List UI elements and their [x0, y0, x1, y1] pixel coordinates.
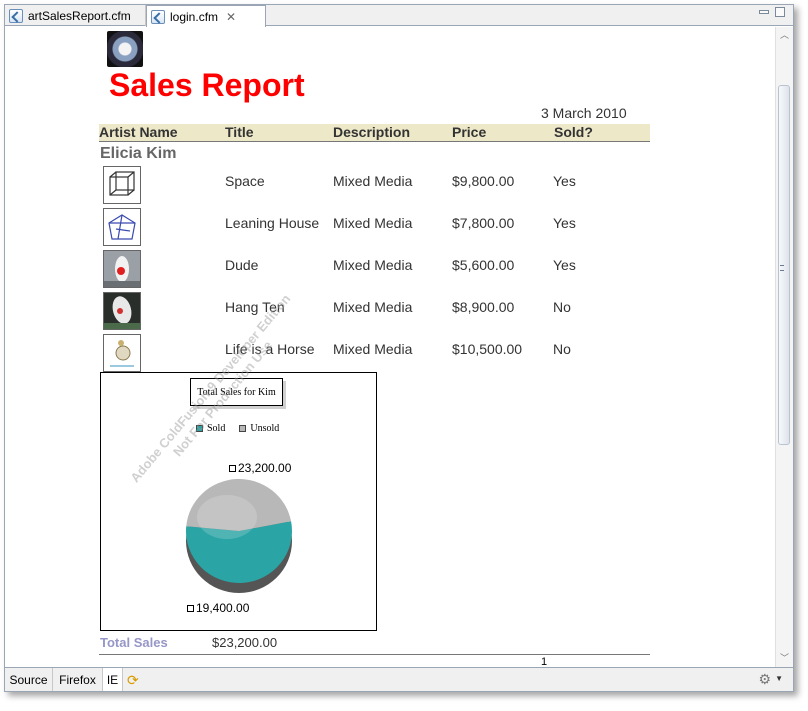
label-marker: [229, 464, 236, 472]
artwork-thumbnail: [103, 334, 141, 372]
column-header-price: Price: [452, 124, 487, 140]
cell-title: Life is a Horse: [225, 341, 315, 357]
cell-sold: Yes: [553, 215, 576, 231]
cell-sold: Yes: [553, 173, 576, 189]
pie-highlight: [197, 495, 257, 539]
cell-price: $9,800.00: [452, 173, 515, 189]
cell-price: $7,800.00: [452, 215, 515, 231]
cell-title: Leaning House: [225, 215, 320, 231]
artwork-thumbnail: [103, 208, 141, 246]
label-marker: [187, 604, 194, 612]
sales-pie-chart: Total Sales for Kim Sold Unsold 23,200.0…: [100, 291, 377, 631]
cell-price: $5,600.00: [452, 257, 515, 273]
tab-firefox[interactable]: Firefox: [53, 668, 103, 691]
tab-source[interactable]: Source: [5, 668, 53, 691]
column-header-sold: Sold?: [554, 124, 593, 140]
footer-divider: [99, 654, 650, 655]
report-title: Sales Report: [109, 67, 305, 103]
cell-sold: No: [553, 299, 571, 315]
scroll-grip-icon: [780, 265, 784, 271]
vertical-scrollbar[interactable]: ︿ ﹀: [775, 27, 793, 667]
table-header: Artist Name Title Description Price Sold…: [99, 124, 650, 142]
cell-title: Space: [225, 173, 265, 189]
artwork-thumbnail: [103, 166, 141, 204]
preview-tab-bar: Source Firefox IE ⟳ ⚙ ▼: [5, 667, 793, 691]
artist-name: Elicia Kim: [100, 145, 177, 162]
cell-price: $8,900.00: [452, 299, 515, 315]
cell-sold: Yes: [553, 257, 576, 273]
slice-value: 19,400.00: [196, 601, 250, 615]
tab-login[interactable]: login.cfm ✕: [146, 5, 266, 27]
cell-title: Hang Ten: [225, 299, 285, 315]
close-icon[interactable]: ✕: [226, 10, 236, 24]
cell-description: Mixed Media: [333, 257, 413, 273]
cell-description: Mixed Media: [333, 299, 413, 315]
artwork-thumbnail: [103, 292, 141, 330]
editor-tab-bar: artSalesReport.cfm login.cfm ✕: [5, 5, 793, 27]
total-sales-value: $23,200.00: [212, 635, 278, 650]
editor-window: artSalesReport.cfm login.cfm ✕ Sales Rep…: [4, 4, 794, 692]
tab-art-sales-report[interactable]: artSalesReport.cfm: [5, 5, 146, 26]
pie-canvas: [186, 479, 292, 593]
slice-value: 23,200.00: [238, 461, 292, 475]
table-row: Space Mixed Media $9,800.00 Yes: [99, 166, 650, 208]
report-preview: Sales Report 3 March 2010 Artist Name Ti…: [5, 27, 775, 667]
table-row: Life is a Horse Mixed Media $10,500.00 N…: [99, 334, 650, 376]
slice-label-sold: 23,200.00: [229, 461, 291, 475]
cell-description: Mixed Media: [333, 215, 413, 231]
report-date: 3 March 2010: [541, 105, 627, 121]
column-header-artist: Artist Name: [99, 124, 178, 140]
table-row: Dude Mixed Media $5,600.00 Yes: [99, 250, 650, 292]
cell-description: Mixed Media: [333, 341, 413, 357]
maximize-icon[interactable]: [775, 7, 785, 17]
minimize-icon[interactable]: [759, 10, 769, 14]
cell-title: Dude: [225, 257, 259, 273]
page-number: 1: [541, 656, 548, 667]
cfm-file-icon: [151, 9, 165, 24]
slice-label-unsold: 19,400.00: [187, 601, 249, 615]
scroll-down-icon[interactable]: ﹀: [780, 654, 789, 663]
tab-label: login.cfm: [170, 9, 219, 24]
settings-icon[interactable]: ⚙: [758, 671, 771, 688]
window-controls: [759, 7, 785, 17]
cell-description: Mixed Media: [333, 173, 413, 189]
cfm-file-icon: [9, 8, 23, 23]
column-header-description: Description: [333, 124, 411, 140]
table-row: Leaning House Mixed Media $7,800.00 Yes: [99, 208, 650, 250]
cell-sold: No: [553, 341, 571, 357]
logo-image: [107, 31, 143, 67]
total-sales-label: Total Sales: [100, 635, 168, 650]
column-header-title: Title: [225, 124, 254, 140]
tab-label: artSalesReport.cfm: [28, 8, 131, 23]
refresh-icon[interactable]: ⟳: [127, 672, 139, 689]
tab-ie[interactable]: IE: [103, 668, 123, 691]
chevron-down-icon[interactable]: ▼: [775, 674, 783, 683]
cell-price: $10,500.00: [452, 341, 523, 357]
artwork-thumbnail: [103, 250, 141, 288]
table-row: Hang Ten Mixed Media $8,900.00 No: [99, 292, 650, 334]
scroll-up-icon[interactable]: ︿: [780, 31, 789, 40]
